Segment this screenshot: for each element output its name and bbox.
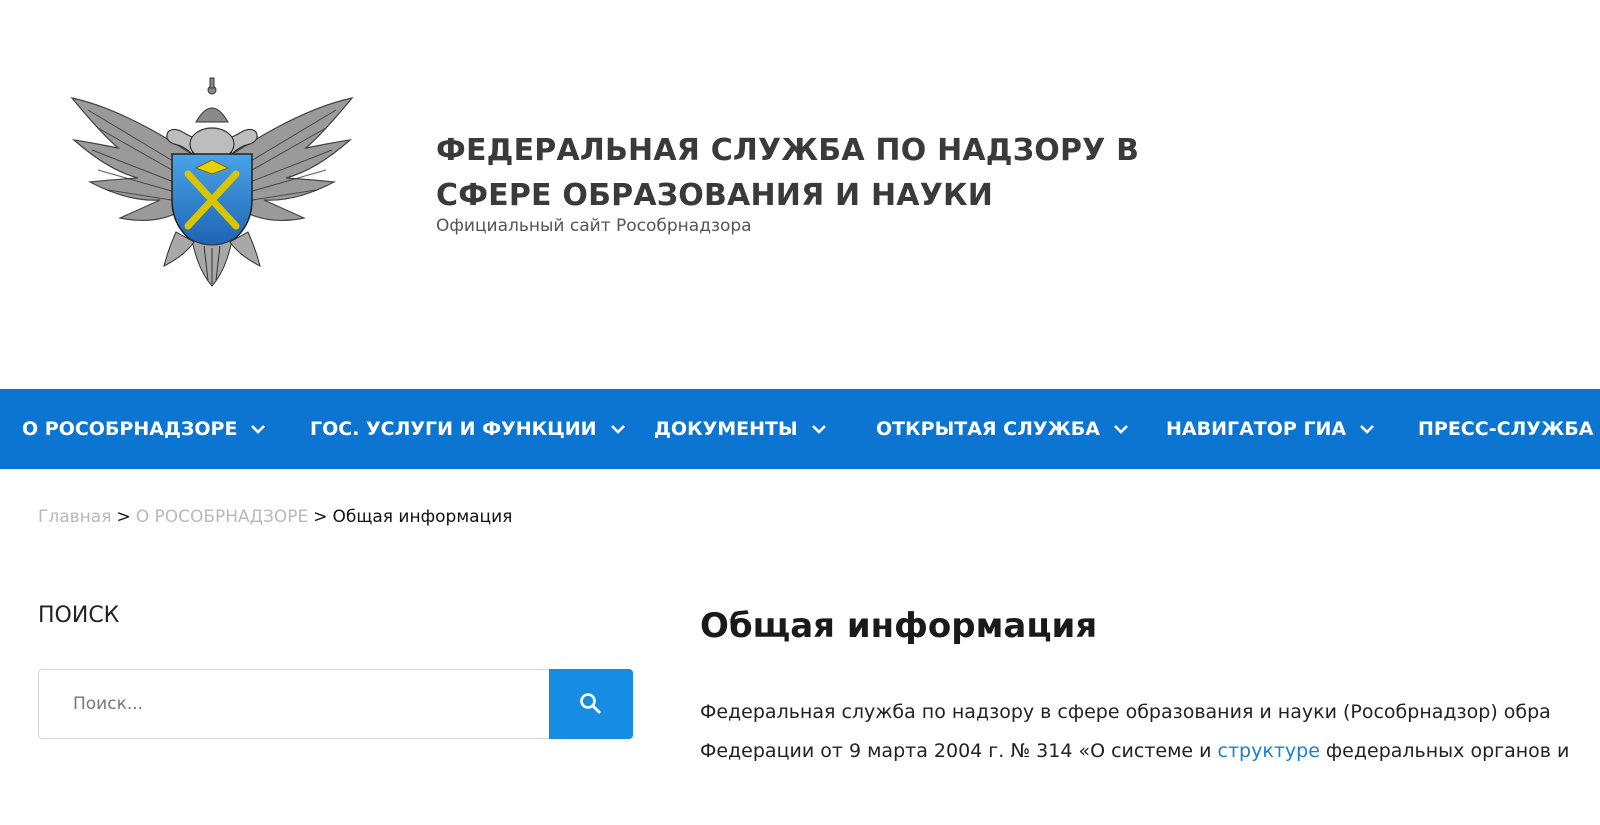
site-title-line2: СФЕРЕ ОБРАЗОВАНИЯ И НАУКИ xyxy=(436,178,994,213)
eagle-emblem-icon xyxy=(70,77,354,287)
paragraph-text: федеральных органов и xyxy=(1319,740,1570,762)
nav-item-label: ДОКУМЕНТЫ xyxy=(654,418,798,440)
structure-link[interactable]: структуре xyxy=(1218,740,1320,762)
site-header: ФЕДЕРАЛЬНАЯ СЛУЖБА ПО НАДЗОРУ В СФЕРЕ ОБ… xyxy=(0,0,1600,390)
chevron-down-icon xyxy=(811,425,826,434)
chevron-down-icon xyxy=(251,425,266,434)
paragraph-line: Федерации от 9 марта 2004 г. № 314 «О си… xyxy=(700,732,1600,771)
search-icon xyxy=(580,693,601,714)
nav-item-open-service[interactable]: ОТКРЫТАЯ СЛУЖБА xyxy=(876,389,1130,469)
paragraph-text: Федерации от 9 марта 2004 г. № 314 «О си… xyxy=(700,740,1218,762)
nav-item-label: ГОС. УСЛУГИ И ФУНКЦИИ xyxy=(310,418,597,440)
breadcrumb-separator: > xyxy=(116,507,131,527)
nav-item-gia-navigator[interactable]: НАВИГАТОР ГИА xyxy=(1166,389,1376,469)
intro-paragraph: Федеральная служба по надзору в сфере об… xyxy=(700,693,1600,771)
search-input[interactable] xyxy=(39,670,550,738)
chevron-down-icon xyxy=(1360,425,1375,434)
site-subtitle: Официальный сайт Рособрнадзора xyxy=(436,216,752,236)
breadcrumb-separator: > xyxy=(313,507,328,527)
chevron-down-icon xyxy=(1114,425,1128,434)
main-navigation: О РОСОБРНАДЗОРЕ ГОС. УСЛУГИ И ФУНКЦИИ ДО… xyxy=(0,389,1600,469)
nav-item-documents[interactable]: ДОКУМЕНТЫ xyxy=(654,389,828,469)
nav-item-label: НАВИГАТОР ГИА xyxy=(1166,418,1347,440)
chevron-down-icon xyxy=(610,425,625,434)
site-title[interactable]: ФЕДЕРАЛЬНАЯ СЛУЖБА ПО НАДЗОРУ В СФЕРЕ ОБ… xyxy=(436,128,1139,218)
breadcrumb: Главная > О РОСОБРНАДЗОРЕ > Общая информация xyxy=(38,507,512,527)
search-box xyxy=(38,669,550,739)
nav-item-label: ОТКРЫТАЯ СЛУЖБА xyxy=(876,418,1100,440)
nav-item-label: ПРЕСС-СЛУЖБА xyxy=(1418,418,1594,440)
paragraph-line: Федеральная служба по надзору в сфере об… xyxy=(700,701,1551,723)
nav-item-about[interactable]: О РОСОБРНАДЗОРЕ xyxy=(22,389,267,469)
nav-item-services[interactable]: ГОС. УСЛУГИ И ФУНКЦИИ xyxy=(310,389,627,469)
search-heading: ПОИСК xyxy=(38,603,120,628)
breadcrumb-section-link[interactable]: О РОСОБРНАДЗОРЕ xyxy=(136,507,309,527)
page-title: Общая информация xyxy=(700,606,1098,646)
breadcrumb-home-link[interactable]: Главная xyxy=(38,507,111,527)
nav-item-label: О РОСОБРНАДЗОРЕ xyxy=(22,418,238,440)
nav-item-press[interactable]: ПРЕСС-СЛУЖБА xyxy=(1418,389,1600,469)
site-title-line1: ФЕДЕРАЛЬНАЯ СЛУЖБА ПО НАДЗОРУ В xyxy=(436,133,1140,168)
breadcrumb-current: Общая информация xyxy=(332,507,513,527)
emblem-logo[interactable] xyxy=(68,70,356,292)
search-button[interactable] xyxy=(549,669,633,739)
